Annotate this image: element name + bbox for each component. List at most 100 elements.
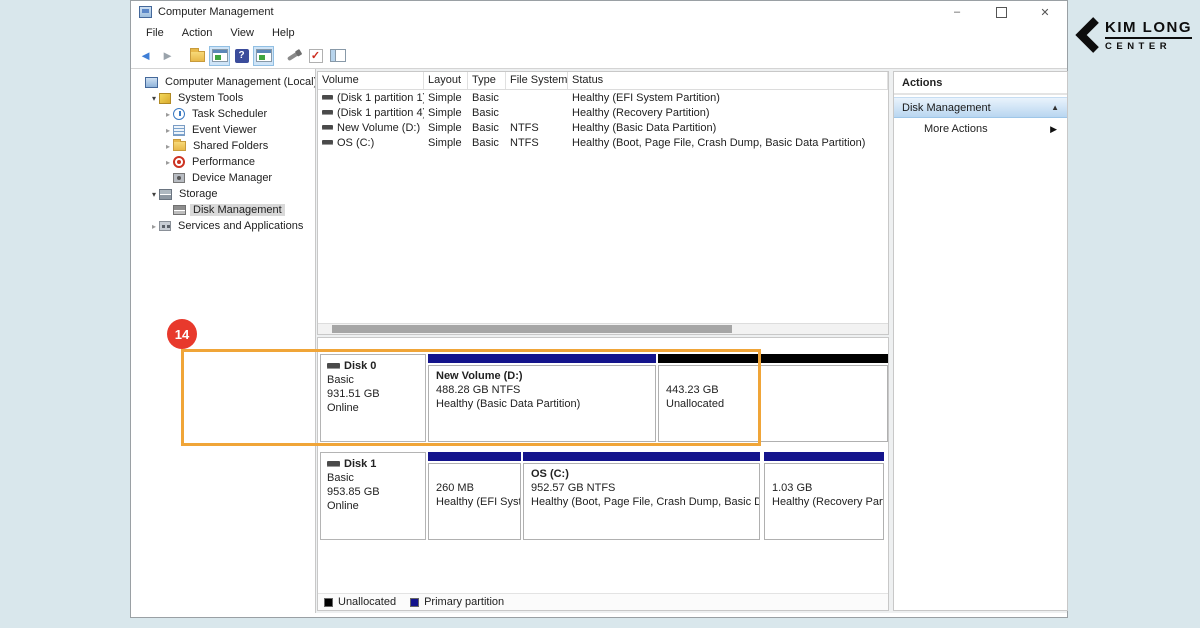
collapse-caret-icon[interactable]: ▲	[1051, 103, 1059, 112]
device-manager-icon	[173, 173, 185, 183]
volume-cell: (Disk 1 partition 4)	[318, 107, 424, 119]
tree-item-label: Task Scheduler	[189, 108, 270, 120]
type-cell: Basic	[468, 92, 506, 104]
maximize-button[interactable]	[979, 1, 1023, 23]
type-cell: Basic	[468, 137, 506, 149]
volume-table-row[interactable]: (Disk 1 partition 1)SimpleBasic Healthy (…	[318, 90, 888, 105]
show-console-tree-icon[interactable]	[209, 46, 230, 66]
menu-file[interactable]: File	[137, 25, 173, 41]
disk-name-text: Disk 1	[344, 457, 376, 471]
back-icon[interactable]: ◄	[135, 46, 156, 66]
tree-chevron-icon[interactable]: ▾	[149, 190, 159, 199]
disk-kind: Basic	[327, 471, 419, 485]
forward-icon[interactable]: ►	[157, 46, 178, 66]
tree-item-services-and-applications[interactable]: ▸Services and Applications	[131, 218, 315, 234]
volume-name: (Disk 1 partition 4)	[337, 107, 424, 119]
tree-item-event-viewer[interactable]: ▸Event Viewer	[131, 122, 315, 138]
disk-header-cell[interactable]: Disk 1Basic953.85 GBOnline	[320, 452, 426, 540]
legend-item-unallocated: Unallocated	[324, 596, 396, 608]
legend-swatch-icon	[324, 598, 333, 607]
tree-item-task-scheduler[interactable]: ▸ Task Scheduler	[131, 106, 315, 122]
partition-info-box[interactable]: OS (C:)952.57 GB NTFSHealthy (Boot, Page…	[523, 463, 760, 540]
tree-chevron-icon[interactable]: ▸	[163, 142, 173, 151]
up-folder-icon[interactable]	[187, 46, 208, 66]
volume-table-row[interactable]: (Disk 1 partition 4)SimpleBasicHealthy (…	[318, 105, 888, 120]
partition-info-box[interactable]: 443.23 GBUnallocated	[658, 365, 888, 442]
disk-graph-panel[interactable]: Disk 0Basic931.51 GBOnlineNew Volume (D:…	[317, 337, 889, 611]
partition-block[interactable]: 443.23 GBUnallocated	[658, 354, 888, 442]
tree-item-label: Performance	[189, 156, 258, 168]
menu-view[interactable]: View	[221, 25, 263, 41]
partition-title: OS (C:)	[531, 467, 752, 481]
titlebar[interactable]: Computer Management – ✕	[131, 1, 1067, 23]
menu-help[interactable]: Help	[263, 25, 304, 41]
tree-chevron-icon[interactable]: ▸	[163, 126, 173, 135]
tree-item-device-manager[interactable]: Device Manager	[131, 170, 315, 186]
partition-block[interactable]: 260 MBHealthy (EFI System Partition)	[428, 452, 521, 540]
partition-size-line: 443.23 GB	[666, 383, 880, 397]
tree-item-shared-folders[interactable]: ▸ Shared Folders	[131, 138, 315, 154]
volume-name: OS (C:)	[337, 137, 374, 149]
volume-cell: (Disk 1 partition 1)	[318, 92, 424, 104]
export-list-icon[interactable]	[283, 46, 304, 66]
partition-info-box[interactable]: New Volume (D:)488.28 GB NTFSHealthy (Ba…	[428, 365, 656, 442]
tree-item-system-tools[interactable]: ▾System Tools	[131, 90, 315, 106]
partition-block[interactable]: 1.03 GBHealthy (Recovery Partition)	[764, 452, 884, 540]
tree-item-storage[interactable]: ▾Storage	[131, 186, 315, 202]
disk-kind: Basic	[327, 373, 419, 387]
legend-label: Unallocated	[338, 596, 396, 608]
actions-group-disk-management[interactable]: Disk Management ▲	[894, 97, 1067, 118]
checklist-icon[interactable]: ✓	[305, 46, 326, 66]
console-tree-panel[interactable]: Computer Management (Local)▾System Tools…	[131, 69, 316, 613]
volume-table-row[interactable]: New Volume (D:)SimpleBasicNTFSHealthy (B…	[318, 120, 888, 135]
disk-icon	[327, 461, 340, 467]
column-header-type[interactable]: Type	[468, 72, 506, 89]
menu-action[interactable]: Action	[173, 25, 222, 41]
services-icon	[159, 221, 171, 231]
layout-cell: Simple	[424, 137, 468, 149]
minimize-button[interactable]: –	[935, 1, 979, 23]
volume-list-panel[interactable]: VolumeLayoutTypeFile SystemStatus (Disk …	[317, 71, 889, 335]
legend-item-primary-partition: Primary partition	[410, 596, 504, 608]
horizontal-scrollbar[interactable]	[318, 323, 888, 334]
toolbar-separator	[275, 46, 283, 66]
tree-item-disk-management[interactable]: Disk Management	[131, 202, 315, 218]
tree-item-label: Shared Folders	[190, 140, 271, 152]
partition-info-box[interactable]: 1.03 GBHealthy (Recovery Partition)	[764, 463, 884, 540]
partition-spacer	[772, 467, 876, 481]
volume-cell: New Volume (D:)	[318, 122, 424, 134]
layout-cell: Simple	[424, 92, 468, 104]
partition-size-line: 1.03 GB	[772, 481, 876, 495]
status-cell: Healthy (Basic Data Partition)	[568, 122, 888, 134]
partition-size-line: 260 MB	[436, 481, 513, 495]
tree-chevron-icon[interactable]: ▸	[149, 222, 159, 231]
partition-info-box[interactable]: 260 MBHealthy (EFI System Partition)	[428, 463, 521, 540]
partition-type-bar	[658, 354, 888, 363]
partition-type-bar	[428, 354, 656, 363]
volume-table-row[interactable]: OS (C:)SimpleBasicNTFSHealthy (Boot, Pag…	[318, 135, 888, 150]
tree-chevron-icon[interactable]: ▸	[163, 110, 173, 119]
partition-block[interactable]: New Volume (D:)488.28 GB NTFSHealthy (Ba…	[428, 354, 656, 442]
console-window-icon[interactable]	[253, 46, 274, 66]
volume-icon	[322, 125, 333, 130]
partition-status-line: Healthy (Basic Data Partition)	[436, 397, 648, 411]
column-header-volume[interactable]: Volume	[318, 72, 424, 89]
column-header-file-system[interactable]: File System	[506, 72, 568, 89]
help-icon[interactable]: ?	[231, 46, 252, 66]
column-header-layout[interactable]: Layout	[424, 72, 468, 89]
close-button[interactable]: ✕	[1023, 1, 1067, 23]
storage-icon	[159, 189, 172, 200]
tree-chevron-icon[interactable]: ▾	[149, 94, 159, 103]
partition-type-bar	[428, 452, 521, 461]
tree-item-performance[interactable]: ▸ Performance	[131, 154, 315, 170]
partition-block[interactable]: OS (C:)952.57 GB NTFSHealthy (Boot, Page…	[523, 452, 760, 540]
column-header-status[interactable]: Status	[568, 72, 888, 89]
show-action-pane-icon[interactable]	[327, 46, 348, 66]
disk-header-cell[interactable]: Disk 0Basic931.51 GBOnline	[320, 354, 426, 442]
tree-chevron-icon[interactable]: ▸	[163, 158, 173, 167]
more-actions-item[interactable]: More Actions ▶	[894, 118, 1067, 140]
tree-item-computer-management-local-[interactable]: Computer Management (Local)	[131, 74, 315, 90]
scrollbar-thumb[interactable]	[332, 325, 732, 333]
status-cell: Healthy (EFI System Partition)	[568, 92, 888, 104]
disk-management-icon	[173, 205, 186, 215]
